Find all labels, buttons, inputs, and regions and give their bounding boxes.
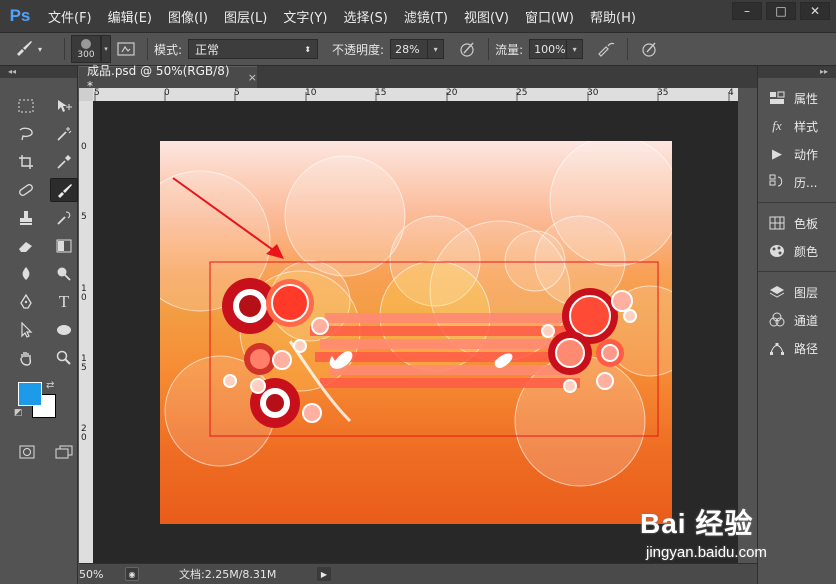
paths-icon [768, 339, 786, 357]
status-menu-arrow-icon[interactable]: ▶ [317, 567, 331, 581]
panel-styles[interactable]: fx 样式 [758, 112, 836, 140]
photoshop-window: Ps 文件(F) 编辑(E) 图像(I) 图层(L) 文字(Y) 选择(S) 滤… [0, 0, 836, 584]
foreground-color-swatch[interactable] [18, 382, 42, 406]
panel-swatches[interactable]: 色板 [758, 209, 836, 237]
color-icon [768, 242, 786, 260]
panel-label: 动作 [794, 147, 819, 162]
panel-label: 图层 [794, 285, 819, 300]
panel-label: 颜色 [794, 244, 819, 259]
panel-label: 路径 [794, 341, 819, 356]
panel-label: 色板 [794, 216, 819, 231]
panel-group-2: 色板 颜色 [758, 203, 836, 272]
panel-history[interactable]: 历... [758, 168, 836, 196]
share-icon[interactable]: ◉ [125, 567, 139, 581]
panel-group-3: 图层 通道 路径 [758, 272, 836, 368]
channels-icon [768, 311, 786, 329]
panel-group-1: 属性 fx 样式 ▶ 动作 历... [758, 78, 836, 203]
panel-actions[interactable]: ▶ 动作 [758, 140, 836, 168]
layers-icon [768, 283, 786, 301]
zoom-level[interactable]: 50% [79, 568, 125, 581]
history-icon [768, 173, 786, 191]
panel-label: 历... [794, 175, 818, 190]
baidu-jingyan-watermark: Bai 经验 jingyan.baidu.com [640, 492, 836, 584]
document-info: 文档:2.25M/8.31M [179, 568, 277, 581]
properties-icon [768, 89, 786, 107]
panel-label: 属性 [794, 91, 819, 106]
panel-channels[interactable]: 通道 [758, 306, 836, 334]
swatches-icon [768, 214, 786, 232]
panel-paths[interactable]: 路径 [758, 334, 836, 362]
dock-collapse-handle[interactable]: ▸▸ [758, 66, 836, 78]
actions-icon: ▶ [772, 146, 782, 162]
watermark-url: jingyan.baidu.com [646, 544, 767, 561]
watermark-logo-text: Bai 经验 [640, 508, 754, 539]
styles-icon: fx [772, 118, 782, 133]
panel-layers[interactable]: 图层 [758, 278, 836, 306]
panel-color[interactable]: 颜色 [758, 237, 836, 265]
panel-label: 样式 [794, 119, 819, 134]
panel-properties[interactable]: 属性 [758, 84, 836, 112]
panel-label: 通道 [794, 313, 819, 328]
